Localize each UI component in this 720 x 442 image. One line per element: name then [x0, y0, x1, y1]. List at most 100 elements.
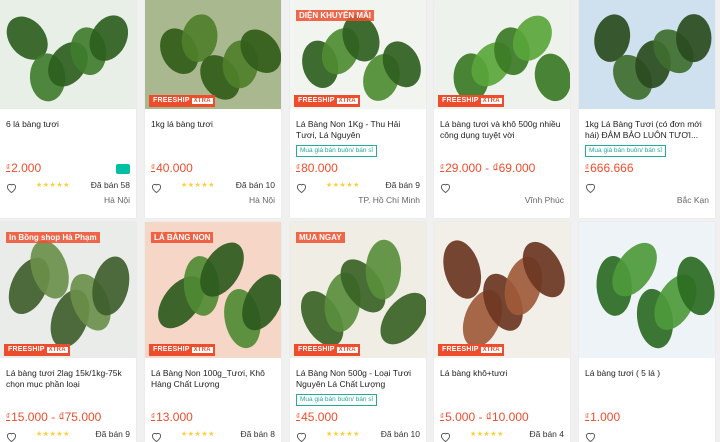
product-price: ₫29.000 - ₫69.000 — [440, 161, 535, 175]
product-price: ₫40.000 — [151, 161, 193, 175]
price-value: 45.000 — [301, 410, 338, 424]
freeship-badge: FREESHIP XTRA — [294, 95, 360, 107]
shipping-icon — [116, 164, 130, 174]
currency-symbol: ₫ — [585, 163, 590, 172]
seller-location: Vĩnh Phúc — [524, 195, 564, 205]
seller-location: Hà Nội — [104, 195, 130, 205]
currency-symbol: ₫ — [6, 163, 11, 172]
rating-stars: ★★★★★ — [326, 182, 360, 189]
product-card[interactable]: MUA NGAY FREESHIP XTRA Lá Bàng Non 500g - L… — [290, 222, 426, 442]
sold-count: Đã bán 58 — [90, 180, 130, 190]
product-title[interactable]: Lá bàng tươi 2lag 15k/1kg-75k chọn mục p… — [6, 368, 130, 392]
product-title[interactable]: Lá Bàng Non 100g_Tươi, Khô Hàng Chất Lượ… — [151, 368, 275, 392]
image-overlay-text: In Bồng shop Hà Phạm — [6, 232, 100, 243]
freeship-badge: FREESHIP XTRA — [149, 95, 215, 107]
freeship-badge: FREESHIP XTRA — [4, 344, 70, 356]
freeship-label: FREESHIP — [298, 97, 335, 104]
seller-location: TP. Hồ Chí Minh — [358, 195, 420, 205]
product-title[interactable]: Lá bàng tươi và khô 500g nhiều công dụng… — [440, 119, 564, 143]
product-card[interactable]: DIỆN KHUYẾN MÃI FREESHIP XTRA Lá Bàng Non 1… — [290, 0, 426, 218]
heart-icon[interactable] — [585, 429, 596, 442]
freeship-badge: FREESHIP XTRA — [149, 344, 215, 356]
product-image[interactable] — [145, 0, 281, 109]
heart-icon[interactable] — [151, 180, 162, 194]
sold-count: Đã bán 10 — [235, 180, 275, 190]
product-price: ₫15.000 - ₫75.000 — [6, 410, 101, 424]
image-overlay-text: DIỆN KHUYẾN MÃI — [296, 10, 375, 21]
product-card[interactable]: 6 lá bàng tươi ₫2.000 ★★★★★ Đã bán 58 Hà Nội — [0, 0, 136, 218]
freeship-label: FREESHIP — [442, 97, 479, 104]
product-card[interactable]: In Bồng shop Hà Phạm FREESHIP XTRA Lá bàng … — [0, 222, 136, 442]
wholesale-badge: Mua giá bán buôn/ bán sỉ — [296, 145, 377, 157]
heart-icon[interactable] — [151, 429, 162, 442]
product-price: ₫13.000 — [151, 410, 193, 424]
currency-symbol: ₫ — [296, 412, 301, 421]
freeship-xtra-tag: XTRA — [336, 98, 358, 104]
product-card[interactable]: LÁ BÀNG NON FREESHIP XTRA Lá Bàng Non 100g_… — [145, 222, 281, 442]
product-price: ₫80.000 — [296, 161, 338, 175]
sold-count: Đã bán 9 — [385, 180, 421, 190]
freeship-badge: FREESHIP XTRA — [294, 344, 360, 356]
product-price: ₫5.000 - ₫10.000 — [440, 410, 529, 424]
freeship-xtra-tag: XTRA — [480, 98, 502, 104]
currency-symbol: ₫ — [151, 163, 156, 172]
heart-icon[interactable] — [6, 429, 17, 442]
product-card[interactable]: FREESHIP XTRA 1kg lá bàng tươi ₫40.000 ★★★★★… — [145, 0, 281, 218]
price-value: 666.666 — [590, 161, 634, 175]
rating-stars: ★★★★★ — [470, 431, 504, 438]
product-price: ₫666.666 — [585, 161, 634, 175]
product-card[interactable]: FREESHIP XTRA Lá bàng tươi và khô 500g nhi… — [434, 0, 570, 218]
sold-count: Đã bán 4 — [529, 429, 565, 439]
heart-icon[interactable] — [585, 180, 596, 194]
product-title[interactable]: 1kg lá bàng tươi — [151, 119, 275, 143]
currency-symbol: ₫ — [585, 412, 590, 421]
freeship-badge: FREESHIP XTRA — [438, 344, 504, 356]
price-value: 2.000 — [11, 161, 42, 175]
product-image[interactable]: DIỆN KHUYẾN MÃI — [290, 0, 426, 109]
freeship-badge: FREESHIP XTRA — [438, 95, 504, 107]
product-title[interactable]: 6 lá bàng tươi — [6, 119, 130, 143]
currency-symbol: ₫ — [296, 163, 301, 172]
heart-icon[interactable] — [6, 180, 17, 194]
product-price: ₫2.000 — [6, 161, 41, 175]
rating-stars: ★★★★★ — [36, 431, 70, 438]
product-image[interactable] — [434, 0, 570, 109]
price-value: 5.000 - ₫10.000 — [445, 410, 529, 424]
currency-symbol: ₫ — [6, 412, 11, 421]
product-image[interactable] — [0, 0, 136, 109]
freeship-xtra-tag: XTRA — [46, 347, 68, 353]
product-image[interactable]: LÁ BÀNG NON — [145, 222, 281, 358]
wholesale-badge: Mua giá bán buôn/ bán sỉ — [296, 394, 377, 406]
currency-symbol: ₫ — [440, 163, 445, 172]
product-image[interactable] — [434, 222, 570, 358]
product-image[interactable]: In Bồng shop Hà Phạm — [0, 222, 136, 358]
seller-location: Hà Nội — [249, 195, 275, 205]
sold-count: Đã bán 8 — [240, 429, 276, 439]
product-title[interactable]: Lá bàng khô+tươi — [440, 368, 564, 392]
product-card[interactable]: Lá bàng tươi ( 5 lá ) ₫1.000 — [579, 222, 715, 442]
freeship-xtra-tag: XTRA — [191, 347, 213, 353]
product-title[interactable]: Lá Bàng Non 1Kg - Thu Hải Tươi, Lá Nguyê… — [296, 119, 420, 143]
product-image[interactable]: MUA NGAY — [290, 222, 426, 358]
freeship-label: FREESHIP — [8, 346, 45, 353]
wholesale-badge: Mua giá bán buôn/ bán sỉ — [585, 145, 666, 157]
heart-icon[interactable] — [296, 429, 307, 442]
image-overlay-text: LÁ BÀNG NON — [151, 232, 214, 243]
product-title[interactable]: Lá Bàng Non 500g - Loại Tươi Nguyên Lá C… — [296, 368, 420, 392]
product-card[interactable]: 1kg Lá Bàng Tươi (có đơn mới hái) ĐẢM BẢ… — [579, 0, 715, 218]
product-card[interactable]: FREESHIP XTRA Lá bàng khô+tươi ₫5.000 - ₫10… — [434, 222, 570, 442]
freeship-label: FREESHIP — [298, 346, 335, 353]
freeship-label: FREESHIP — [442, 346, 479, 353]
heart-icon[interactable] — [296, 180, 307, 194]
product-image[interactable] — [579, 222, 715, 358]
heart-icon[interactable] — [440, 180, 451, 194]
freeship-xtra-tag: XTRA — [336, 347, 358, 353]
price-value: 80.000 — [301, 161, 338, 175]
freeship-xtra-tag: XTRA — [191, 98, 213, 104]
price-value: 13.000 — [156, 410, 193, 424]
product-title[interactable]: Lá bàng tươi ( 5 lá ) — [585, 368, 709, 392]
image-overlay-text: MUA NGAY — [296, 232, 345, 243]
product-image[interactable] — [579, 0, 715, 109]
product-title[interactable]: 1kg Lá Bàng Tươi (có đơn mới hái) ĐẢM BẢ… — [585, 119, 709, 143]
heart-icon[interactable] — [440, 429, 451, 442]
